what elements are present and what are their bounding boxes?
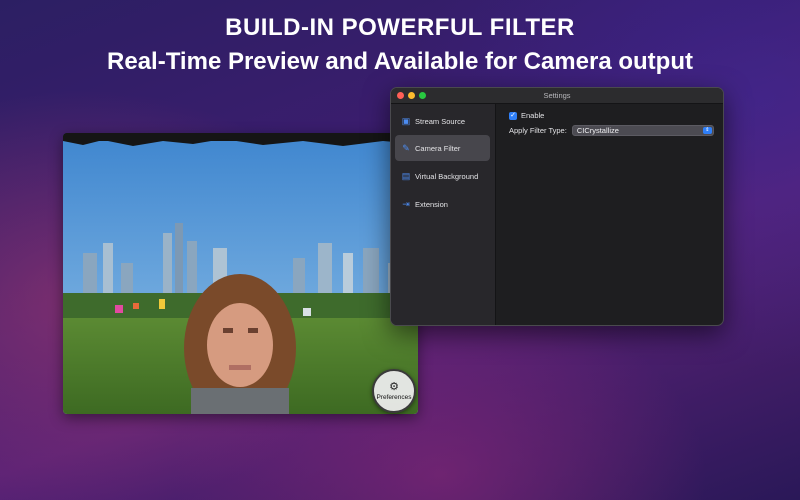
- sidebar-item-extension[interactable]: ⇥ Extension: [395, 191, 490, 217]
- zoom-window-button[interactable]: [419, 92, 426, 99]
- sidebar-item-virtual-background[interactable]: ▤ Virtual Background: [395, 163, 490, 189]
- window-title: Settings: [543, 91, 571, 100]
- preferences-button[interactable]: ⚙ Preferences: [372, 369, 416, 413]
- enable-label: Enable: [521, 111, 545, 120]
- sidebar-item-label: Extension: [415, 199, 448, 209]
- preferences-button-label: Preferences: [376, 393, 412, 401]
- filter-type-label: Apply Filter Type:: [509, 126, 567, 135]
- extension-icon: ⇥: [402, 198, 410, 209]
- filter-type-value: CICrystallize: [576, 126, 619, 135]
- close-window-button[interactable]: [397, 92, 404, 99]
- enable-checkbox[interactable]: ✓: [509, 111, 517, 120]
- minimize-window-button[interactable]: [408, 92, 415, 99]
- chevron-updown-icon: ⇕: [702, 127, 712, 134]
- window-titlebar: Settings: [391, 88, 723, 104]
- photo-icon: ▤: [401, 170, 411, 181]
- filter-type-row: Apply Filter Type: CICrystallize ⇕: [509, 125, 714, 136]
- headline-subtitle: Real-Time Preview and Available for Came…: [107, 48, 693, 75]
- sidebar-item-camera-filter[interactable]: ✎ Camera Filter: [395, 135, 490, 161]
- sidebar-item-label: Stream Source: [415, 116, 466, 126]
- settings-sidebar: ▣ Stream Source ✎ Camera Filter ▤ Virtua…: [391, 104, 496, 325]
- settings-window: Settings ▣ Stream Source ✎ Camera Filter…: [390, 87, 724, 326]
- camera-preview: [63, 133, 418, 414]
- sidebar-item-label: Camera Filter: [415, 143, 461, 153]
- wand-icon: ✎: [402, 142, 410, 153]
- settings-content: ✓ Enable Apply Filter Type: CICrystalliz…: [496, 104, 723, 325]
- sidebar-item-stream-source[interactable]: ▣ Stream Source: [395, 108, 490, 134]
- sidebar-item-label: Virtual Background: [415, 171, 479, 181]
- enable-row: ✓ Enable: [509, 111, 544, 120]
- camera-preview-image: [63, 133, 418, 414]
- headline-title: BUILD-IN POWERFUL FILTER: [225, 14, 575, 41]
- camera-gear-icon: ⚙: [389, 380, 399, 393]
- traffic-lights: [397, 92, 426, 99]
- video-camera-icon: ▣: [401, 115, 411, 126]
- filter-type-select[interactable]: CICrystallize ⇕: [571, 125, 714, 136]
